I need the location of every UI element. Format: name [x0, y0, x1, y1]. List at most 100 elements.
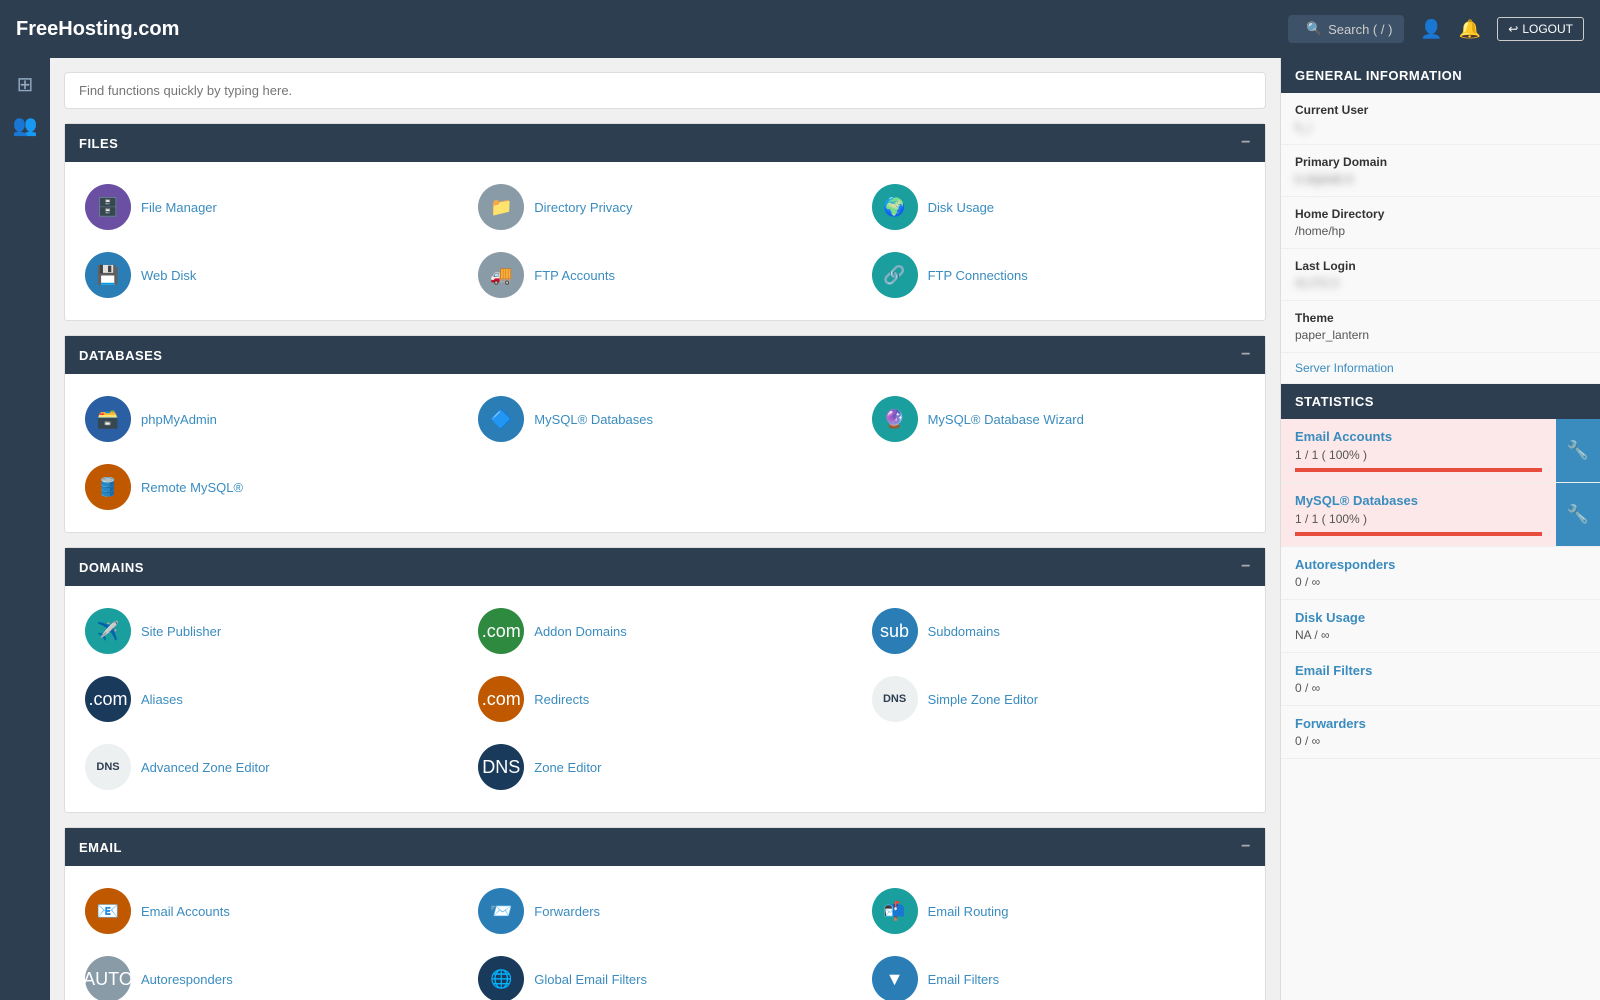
- section-toggle-databases[interactable]: −: [1241, 346, 1251, 364]
- cpanel-item-advanced-zone-editor[interactable]: DNS Advanced Zone Editor: [75, 736, 468, 798]
- stat-row-4: Email Filters 0 / ∞: [1281, 653, 1600, 706]
- cpanel-item-simple-zone-editor[interactable]: DNS Simple Zone Editor: [862, 668, 1255, 730]
- cpanel-item-web-disk[interactable]: 💾 Web Disk: [75, 244, 468, 306]
- cpanel-label-email-filters: Email Filters: [928, 972, 1000, 987]
- stat-row-2: Autoresponders 0 / ∞: [1281, 547, 1600, 600]
- brand: FreeHosting.com: [16, 18, 179, 41]
- stat-label-2[interactable]: Autoresponders: [1295, 557, 1586, 572]
- cpanel-icon-advanced-zone-editor: DNS: [85, 744, 131, 790]
- cpanel-icon-subdomains: sub: [872, 608, 918, 654]
- cpanel-label-mysql--databases: MySQL® Databases: [534, 412, 653, 427]
- stat-value-5: 0 / ∞: [1295, 734, 1586, 748]
- cpanel-icon-global-email-filters: 🌐: [478, 956, 524, 1000]
- cpanel-item-addon-domains[interactable]: .com Addon Domains: [468, 600, 861, 662]
- cpanel-item-site-publisher[interactable]: ✈️ Site Publisher: [75, 600, 468, 662]
- cpanel-label-redirects: Redirects: [534, 692, 589, 707]
- cpanel-label-autoresponders: Autoresponders: [141, 972, 233, 987]
- section-title-databases: DATABASES: [79, 348, 162, 363]
- cpanel-label-global-email-filters: Global Email Filters: [534, 972, 647, 987]
- cpanel-item-zone-editor[interactable]: DNS Zone Editor: [468, 736, 861, 798]
- section-body-databases: 🗃️ phpMyAdmin 🔷 MySQL® Databases 🔮 MySQL…: [65, 374, 1265, 532]
- stat-action-0[interactable]: 🔧: [1556, 419, 1600, 482]
- stat-label-0[interactable]: Email Accounts: [1295, 429, 1542, 444]
- cpanel-icon-email-routing: 📬: [872, 888, 918, 934]
- cpanel-label-site-publisher: Site Publisher: [141, 624, 221, 639]
- section-toggle-email[interactable]: −: [1241, 838, 1251, 856]
- cpanel-item-global-email-filters[interactable]: 🌐 Global Email Filters: [468, 948, 861, 1000]
- cpanel-label-ftp-connections: FTP Connections: [928, 268, 1028, 283]
- cpanel-item-email-routing[interactable]: 📬 Email Routing: [862, 880, 1255, 942]
- logout-button[interactable]: ↩ LOGOUT: [1497, 17, 1584, 41]
- cpanel-item-email-filters[interactable]: ▼ Email Filters: [862, 948, 1255, 1000]
- cpanel-item-remote-mysql-[interactable]: 🛢️ Remote MySQL®: [75, 456, 468, 518]
- cpanel-item-redirects[interactable]: .com Redirects: [468, 668, 861, 730]
- topnav-icons: 👤 🔔 ↩ LOGOUT: [1420, 17, 1584, 41]
- cpanel-label-advanced-zone-editor: Advanced Zone Editor: [141, 760, 270, 775]
- section-body-email: 📧 Email Accounts 📨 Forwarders 📬 Email Ro…: [65, 866, 1265, 1000]
- bell-icon[interactable]: 🔔: [1459, 19, 1481, 40]
- stat-value-4: 0 / ∞: [1295, 681, 1586, 695]
- cpanel-item-directory-privacy[interactable]: 📁 Directory Privacy: [468, 176, 861, 238]
- server-info-link[interactable]: Server Information: [1281, 353, 1600, 384]
- cpanel-item-ftp-accounts[interactable]: 🚚 FTP Accounts: [468, 244, 861, 306]
- main-layout: ⊞ 👥 FILES − 🗄️ File Manager 📁 Directory …: [0, 58, 1600, 1000]
- cpanel-icon-autoresponders: AUTO: [85, 956, 131, 1000]
- cpanel-label-disk-usage: Disk Usage: [928, 200, 994, 215]
- section-toggle-domains[interactable]: −: [1241, 558, 1251, 576]
- user-icon[interactable]: 👤: [1420, 19, 1442, 40]
- sidebar-users-icon[interactable]: 👥: [13, 113, 38, 138]
- search-button[interactable]: 🔍 Search ( / ): [1288, 15, 1404, 43]
- stat-label-4[interactable]: Email Filters: [1295, 663, 1586, 678]
- cpanel-icon-phpmyadmin: 🗃️: [85, 396, 131, 442]
- cpanel-label-simple-zone-editor: Simple Zone Editor: [928, 692, 1039, 707]
- current-user-value: h_r: [1295, 120, 1586, 134]
- sidebar-grid-icon[interactable]: ⊞: [17, 72, 34, 97]
- section-toggle-files[interactable]: −: [1241, 134, 1251, 152]
- cpanel-item-mysql--databases[interactable]: 🔷 MySQL® Databases: [468, 388, 861, 450]
- cpanel-label-phpmyadmin: phpMyAdmin: [141, 412, 217, 427]
- cpanel-item-mysql--database-wizard[interactable]: 🔮 MySQL® Database Wizard: [862, 388, 1255, 450]
- cpanel-item-ftp-connections[interactable]: 🔗 FTP Connections: [862, 244, 1255, 306]
- stat-row-3: Disk Usage NA / ∞: [1281, 600, 1600, 653]
- cpanel-item-autoresponders[interactable]: AUTO Autoresponders: [75, 948, 468, 1000]
- stat-label-3[interactable]: Disk Usage: [1295, 610, 1586, 625]
- theme-value: paper_lantern: [1295, 328, 1586, 342]
- stat-row-5: Forwarders 0 / ∞: [1281, 706, 1600, 759]
- cpanel-icon-redirects: .com: [478, 676, 524, 722]
- main-search-input[interactable]: [64, 72, 1266, 109]
- cpanel-item-phpmyadmin[interactable]: 🗃️ phpMyAdmin: [75, 388, 468, 450]
- stat-content-0: Email Accounts 1 / 1 ( 100% ): [1281, 419, 1556, 482]
- general-info-header: GENERAL INFORMATION: [1281, 58, 1600, 93]
- cpanel-label-file-manager: File Manager: [141, 200, 217, 215]
- cpanel-item-subdomains[interactable]: sub Subdomains: [862, 600, 1255, 662]
- right-panel: GENERAL INFORMATION Current User h_r Pri…: [1280, 58, 1600, 1000]
- current-user-label: Current User: [1295, 103, 1586, 117]
- stat-value-0: 1 / 1 ( 100% ): [1295, 448, 1542, 462]
- section-title-email: EMAIL: [79, 840, 122, 855]
- stat-label-1[interactable]: MySQL® Databases: [1295, 493, 1542, 508]
- cpanel-icon-directory-privacy: 📁: [478, 184, 524, 230]
- stat-value-2: 0 / ∞: [1295, 575, 1586, 589]
- last-login-row: Last Login 41.P.5.3: [1281, 249, 1600, 301]
- stat-value-1: 1 / 1 ( 100% ): [1295, 512, 1542, 526]
- cpanel-item-file-manager[interactable]: 🗄️ File Manager: [75, 176, 468, 238]
- cpanel-item-disk-usage[interactable]: 🌍 Disk Usage: [862, 176, 1255, 238]
- cpanel-item-email-accounts[interactable]: 📧 Email Accounts: [75, 880, 468, 942]
- stat-label-5[interactable]: Forwarders: [1295, 716, 1586, 731]
- cpanel-item-forwarders[interactable]: 📨 Forwarders: [468, 880, 861, 942]
- section-email: EMAIL − 📧 Email Accounts 📨 Forwarders 📬 …: [64, 827, 1266, 1000]
- cpanel-label-forwarders: Forwarders: [534, 904, 600, 919]
- cpanel-item-aliases[interactable]: .com Aliases: [75, 668, 468, 730]
- stat-action-1[interactable]: 🔧: [1556, 483, 1600, 546]
- cpanel-icon-site-publisher: ✈️: [85, 608, 131, 654]
- last-login-value: 41.P.5.3: [1295, 276, 1586, 290]
- cpanel-icon-email-accounts: 📧: [85, 888, 131, 934]
- cpanel-label-email-accounts: Email Accounts: [141, 904, 230, 919]
- section-body-domains: ✈️ Site Publisher .com Addon Domains sub…: [65, 586, 1265, 812]
- cpanel-label-aliases: Aliases: [141, 692, 183, 707]
- section-body-files: 🗄️ File Manager 📁 Directory Privacy 🌍 Di…: [65, 162, 1265, 320]
- cpanel-icon-ftp-accounts: 🚚: [478, 252, 524, 298]
- cpanel-icon-mysql--databases: 🔷: [478, 396, 524, 442]
- cpanel-label-email-routing: Email Routing: [928, 904, 1009, 919]
- home-directory-value: /home/hp: [1295, 224, 1586, 238]
